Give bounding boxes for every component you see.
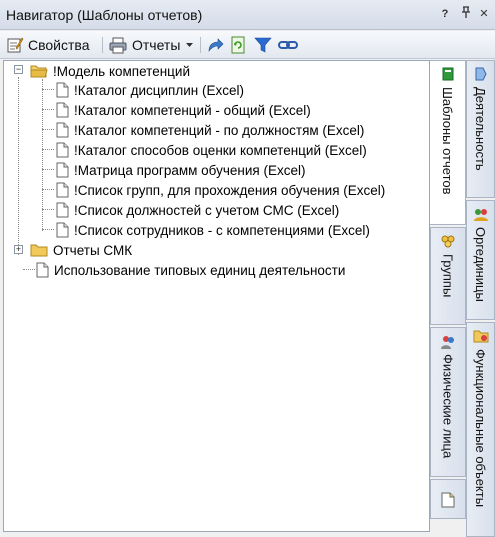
reports-label: Отчеты: [132, 37, 181, 53]
tab-label: Шаблоны отчетов: [440, 87, 455, 195]
refresh-icon: [231, 36, 245, 54]
groups-icon: [440, 234, 456, 251]
inner-tabs-column: Шаблоны отчетов Группы Физические лица: [430, 60, 466, 537]
tab-label: Функциональные объекты: [473, 349, 488, 508]
tree-leaf-label: Использование типовых единиц деятельност…: [54, 262, 346, 278]
document-icon: [56, 182, 69, 198]
panel-title: Навигатор (Шаблоны отчетов): [6, 7, 203, 23]
tree-leaf[interactable]: !Каталог компетенций - по должностям (Ex…: [56, 120, 364, 140]
document-icon: [56, 162, 69, 178]
tab-label: Деятельность: [473, 87, 488, 171]
tree-line: [42, 149, 54, 150]
tree-line: [42, 109, 54, 110]
document-icon: [36, 262, 49, 278]
tree-node-competency-model[interactable]: !Модель компетенций: [30, 61, 190, 81]
properties-button[interactable]: Свойства: [6, 35, 89, 55]
document-icon: [56, 202, 69, 218]
tree-line: [42, 209, 54, 210]
printer-icon: [109, 37, 127, 54]
tab-functional-objects[interactable]: Функциональные объекты: [466, 322, 495, 537]
tab-groups[interactable]: Группы: [430, 227, 466, 325]
link-button[interactable]: [278, 35, 302, 55]
tab-org-units[interactable]: Оргединицы: [466, 200, 495, 320]
tree-line: [42, 169, 54, 170]
tree-node-smk-reports[interactable]: Отчеты СМК: [30, 240, 132, 260]
tab-physical-persons[interactable]: Физические лица: [430, 327, 466, 477]
tree-leaf[interactable]: !Каталог дисциплин (Excel): [56, 80, 244, 100]
new-document-icon: [441, 492, 455, 511]
tree-leaf[interactable]: !Список сотрудников - с компетенциями (E…: [56, 220, 370, 240]
toolbar-separator: [200, 37, 201, 53]
tree-line: [42, 229, 54, 230]
tree-leaf-label: !Каталог компетенций - по должностям (Ex…: [74, 122, 365, 138]
tree-node-label: !Модель компетенций: [53, 63, 190, 79]
folder-icon: [30, 244, 48, 257]
tree-leaf-label: !Каталог компетенций - общий (Excel): [74, 102, 311, 118]
tab-label: Физические лица: [440, 354, 456, 459]
tree-leaf[interactable]: !Каталог компетенций - общий (Excel): [56, 100, 311, 120]
org-units-icon: [473, 207, 489, 224]
tree-leaf-activity-units[interactable]: Использование типовых единиц деятельност…: [36, 260, 345, 280]
tab-report-templates[interactable]: Шаблоны отчетов: [430, 60, 466, 225]
tree-leaf[interactable]: !Матрица программ обучения (Excel): [56, 160, 305, 180]
tree-line: [42, 189, 54, 190]
refresh-button[interactable]: [230, 35, 250, 55]
tab-activity[interactable]: Деятельность: [466, 60, 495, 198]
tree-line: [18, 77, 19, 255]
document-icon: [56, 102, 69, 118]
expand-toggle[interactable]: +: [14, 245, 23, 254]
reports-dropdown-button[interactable]: Отчеты: [108, 35, 197, 55]
navigator-toolbar: Свойства Отчеты: [0, 31, 495, 59]
close-button[interactable]: ✕: [476, 6, 492, 22]
report-templates-tree: − !Модель компетенций !Каталог дисциплин…: [3, 60, 430, 532]
dropdown-arrow-icon: [186, 42, 194, 47]
properties-label: Свойства: [28, 37, 90, 53]
book-icon: [441, 67, 455, 84]
tree-line: [42, 89, 54, 90]
tab-label: Оргединицы: [473, 227, 488, 302]
tree-leaf-label: !Каталог дисциплин (Excel): [74, 82, 244, 98]
collapse-toggle[interactable]: −: [14, 65, 23, 74]
tree-leaf-label: !Список групп, для прохождения обучения …: [74, 182, 386, 198]
toolbar-separator: [102, 37, 103, 53]
tree-leaf[interactable]: !Список должностей с учетом СМС (Excel): [56, 200, 339, 220]
persons-icon: [440, 334, 456, 353]
tree-leaf-label: !Каталог способов оценки компетенций (Ex…: [74, 142, 367, 158]
pin-icon: [462, 6, 470, 18]
folder-open-icon: [30, 65, 48, 78]
help-button[interactable]: ?: [437, 6, 453, 22]
panel-titlebar: Навигатор (Шаблоны отчетов) ? ✕: [0, 0, 495, 30]
tree-node-label: Отчеты СМК: [53, 242, 133, 258]
tree-leaf[interactable]: !Список групп, для прохождения обучения …: [56, 180, 385, 200]
tree-leaf-label: !Список сотрудников - с компетенциями (E…: [74, 222, 370, 238]
tab-label: Группы: [440, 254, 456, 298]
tab-new-document[interactable]: [430, 479, 466, 519]
link-icon: [278, 41, 298, 49]
outer-tabs-column: Деятельность Оргединицы Функциональные о…: [466, 60, 495, 537]
tree-line: [23, 269, 35, 270]
redo-icon: [208, 38, 224, 52]
document-icon: [56, 142, 69, 158]
tree-leaf[interactable]: !Каталог способов оценки компетенций (Ex…: [56, 140, 367, 160]
document-icon: [56, 82, 69, 98]
redo-button[interactable]: [206, 35, 228, 55]
functional-objects-icon: [473, 329, 489, 346]
pin-button[interactable]: [458, 6, 474, 22]
document-icon: [56, 222, 69, 238]
tree-leaf-label: !Список должностей с учетом СМС (Excel): [74, 202, 340, 218]
tree-line: [42, 129, 54, 130]
tree-leaf-label: !Матрица программ обучения (Excel): [74, 162, 306, 178]
filter-icon: [254, 37, 272, 53]
activity-icon: [474, 67, 488, 84]
filter-button[interactable]: [254, 35, 276, 55]
document-icon: [56, 122, 69, 138]
properties-icon: [7, 37, 24, 53]
